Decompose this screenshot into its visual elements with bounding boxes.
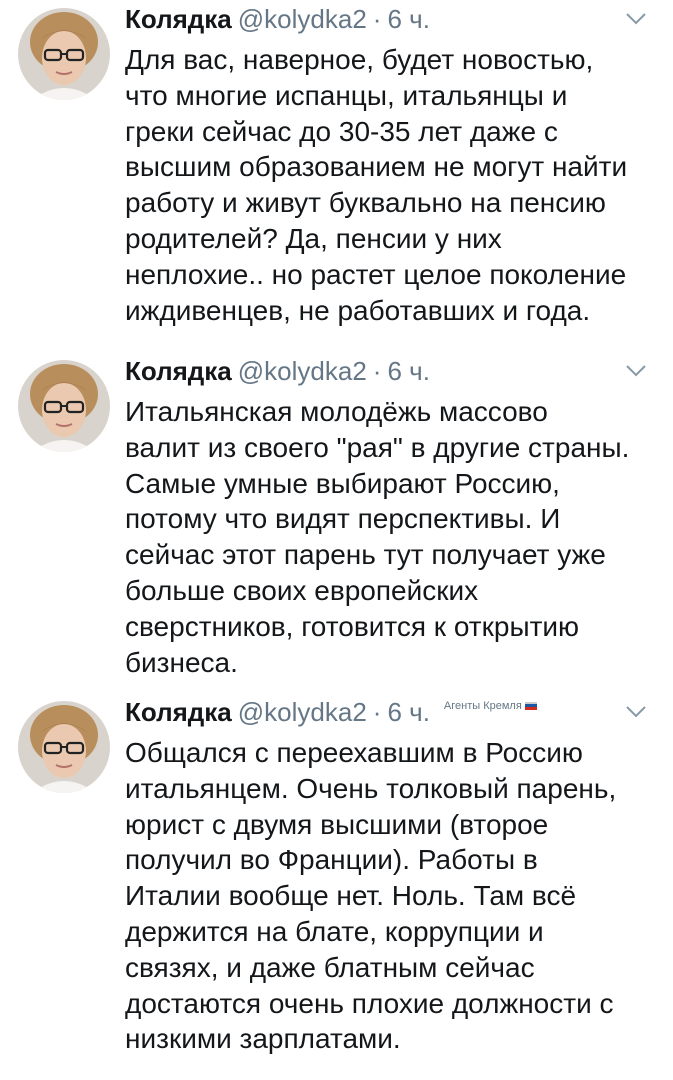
avatar-image: [18, 8, 110, 100]
author-name[interactable]: Колядка: [125, 4, 232, 34]
avatar-image: [18, 360, 110, 452]
author-name[interactable]: Колядка: [125, 697, 232, 727]
timestamp[interactable]: 6 ч.: [387, 356, 429, 386]
timestamp[interactable]: 6 ч.: [387, 4, 429, 34]
tweet-text: Общался с переехавшим в Россию итальянце…: [125, 737, 617, 1055]
chevron-down-icon[interactable]: [625, 364, 647, 378]
separator: ·: [372, 697, 382, 727]
russia-flag-icon: [524, 701, 537, 710]
author-handle[interactable]: @kolydka2: [238, 697, 367, 727]
chevron-down-icon[interactable]: [625, 705, 647, 719]
avatar-image: [18, 701, 110, 793]
tweet-text: Для вас, наверное, будет новостью, что м…: [125, 44, 628, 326]
author-handle[interactable]: @kolydka2: [238, 356, 367, 386]
avatar[interactable]: [18, 8, 110, 100]
author-name[interactable]: Колядка: [125, 356, 232, 386]
avatar[interactable]: [18, 360, 110, 452]
tweet-header: Колядка @kolydka2 · 6 ч.: [125, 4, 663, 40]
tweet-header: Колядка @kolydka2 · 6 ч. Агенты Кремля: [125, 697, 663, 733]
tweet-text: Итальянская молодёжь массово валит из св…: [125, 396, 630, 678]
tweet-header: Колядка @kolydka2 · 6 ч.: [125, 356, 663, 392]
list-label: Агенты Кремля: [443, 700, 522, 712]
separator: ·: [372, 4, 382, 34]
avatar[interactable]: [18, 701, 110, 793]
author-handle[interactable]: @kolydka2: [238, 4, 367, 34]
timestamp[interactable]: 6 ч.: [387, 697, 429, 727]
chevron-down-icon[interactable]: [625, 12, 647, 26]
separator: ·: [372, 356, 382, 386]
